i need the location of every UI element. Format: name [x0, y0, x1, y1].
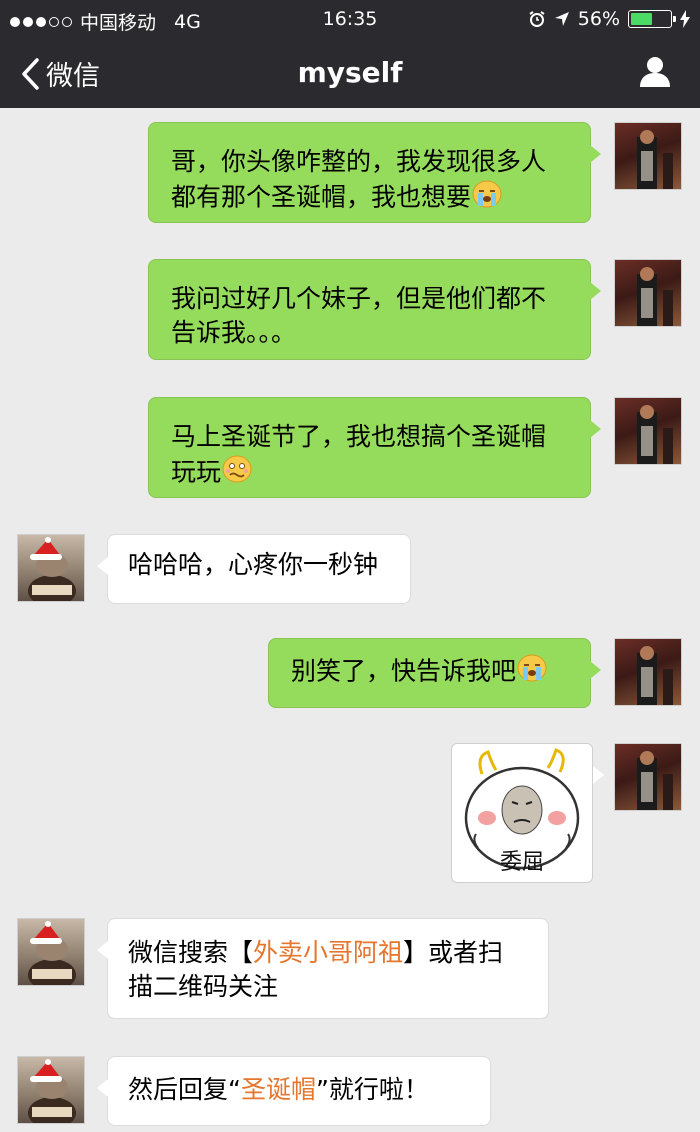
message-bubble[interactable]: 马上圣诞节了，我也想搞个圣诞帽玩玩: [148, 397, 601, 498]
avatar-friend[interactable]: [17, 918, 85, 986]
crying-emoji-icon: [516, 653, 548, 692]
message-bubble[interactable]: 我问过好几个妹子，但是他们都不告诉我。。。: [148, 259, 601, 360]
location-arrow-icon: [554, 12, 569, 26]
status-bar: 中国移动 4G 16:35 56%: [0, 0, 700, 40]
message-bubble[interactable]: 哈哈哈，心疼你一秒钟: [97, 534, 411, 604]
avatar-friend[interactable]: [17, 1056, 85, 1124]
message-text-prefix: 然后回复“: [128, 1075, 241, 1104]
highlighted-keyword: 圣诞帽: [240, 1075, 316, 1104]
message-text: 我问过好几个妹子，但是他们都不告诉我。。。: [171, 284, 547, 347]
battery-percent: 56%: [577, 8, 620, 30]
contact-icon: [640, 57, 670, 87]
sticker-caption: 委屈: [499, 850, 544, 875]
sticker-message[interactable]: 委屈: [451, 743, 593, 883]
status-right: 56%: [528, 8, 690, 30]
message-text-line2: 描二维码关注: [128, 972, 279, 1001]
battery-level: [631, 13, 653, 25]
message-bubble[interactable]: 别笑了，快告诉我吧: [268, 638, 601, 708]
avatar-self[interactable]: [614, 397, 682, 465]
message-text: 别笑了，快告诉我吧: [291, 656, 517, 686]
sticker-pointer: [593, 766, 604, 784]
contact-info-button[interactable]: [638, 54, 672, 92]
message-bubble[interactable]: 微信搜索【外卖小哥阿祖】或者扫描二维码关注: [97, 918, 549, 1019]
message-bubble[interactable]: 然后回复“圣诞帽”就行啦！: [97, 1056, 491, 1126]
avatar-self[interactable]: [614, 259, 682, 327]
avatar-self[interactable]: [614, 122, 682, 190]
chat-title: myself: [297, 56, 403, 89]
avatar-self[interactable]: [614, 743, 682, 811]
highlighted-account-name[interactable]: 外卖小哥阿祖: [253, 938, 403, 967]
crying-emoji-icon: [471, 179, 503, 218]
message-text-suffix: ”就行啦！: [315, 1075, 429, 1104]
message-text-prefix: 微信搜索【: [128, 938, 254, 967]
avatar-friend[interactable]: [17, 534, 85, 602]
charging-icon: [680, 10, 690, 28]
avatar-self[interactable]: [614, 638, 682, 706]
navigation-bar: 微信 myself: [0, 40, 700, 108]
battery-icon: [628, 10, 676, 28]
message-text-suffix: 】或者扫: [403, 938, 504, 967]
alarm-icon: [529, 11, 545, 27]
message-bubble[interactable]: 哥，你头像咋整的，我发现很多人都有那个圣诞帽，我也想要: [148, 122, 601, 223]
chat-area[interactable]: 哥，你头像咋整的，我发现很多人都有那个圣诞帽，我也想要 我问过好几个妹子，但是他…: [0, 108, 700, 1132]
message-text: 哈哈哈，心疼你一秒钟: [128, 550, 379, 579]
awkward-emoji-icon: [221, 454, 253, 493]
